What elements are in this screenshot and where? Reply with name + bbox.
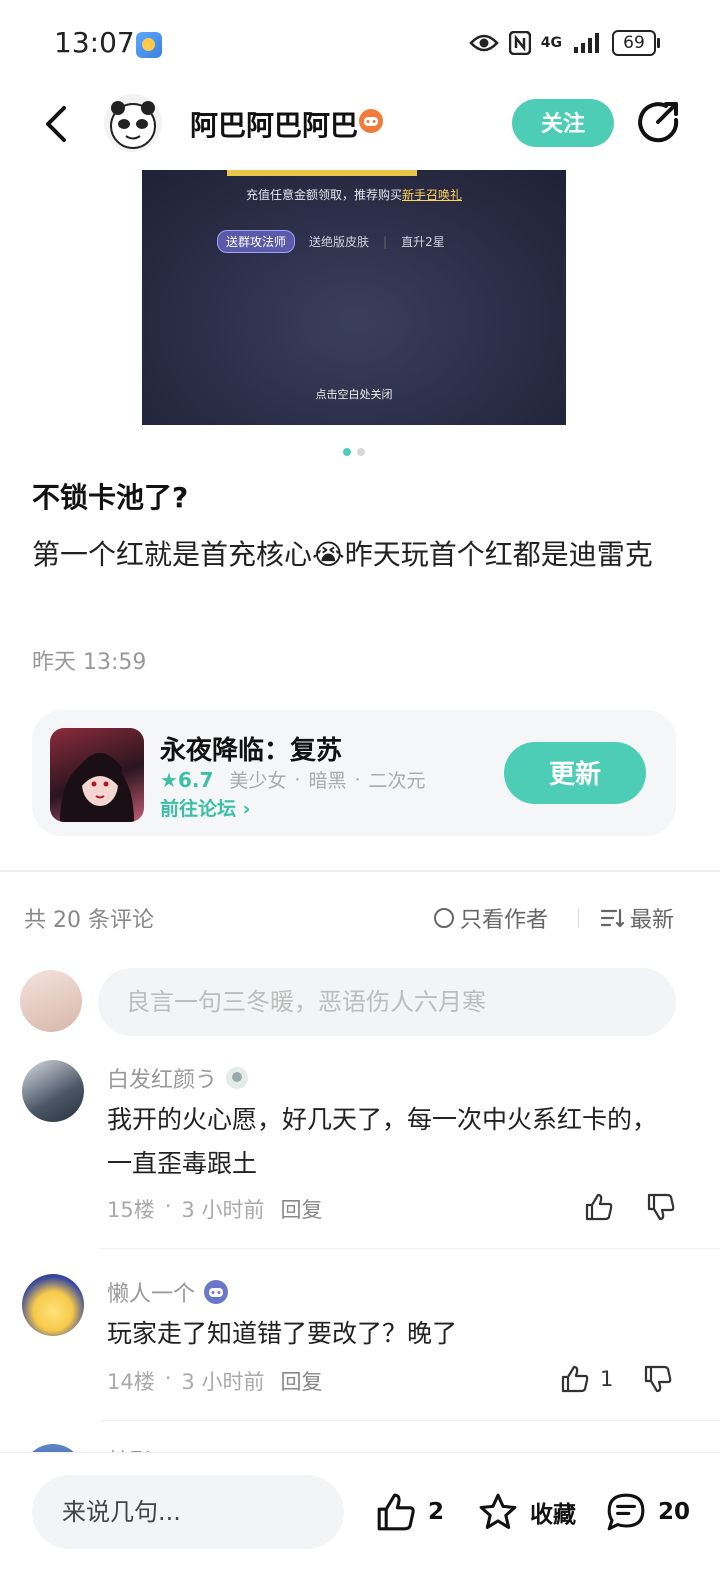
author-only-toggle[interactable]: 只看作者 — [434, 902, 548, 934]
comment-divider — [100, 1420, 720, 1421]
comment-username[interactable]: 白发红颜う — [107, 1062, 249, 1094]
post-title: 不锁卡池了? — [32, 481, 189, 514]
comment-text: 玩家走了知道错了要改了？晚了 — [107, 1319, 458, 1348]
user-badge-icon — [226, 1067, 249, 1089]
comment-time: 3 小时前 — [181, 1370, 265, 1394]
comment-text: 我开的火心愿，好几天了，每一次中火系红卡的，一直歪毒跟土 — [107, 1105, 658, 1178]
comment-actions — [584, 1192, 676, 1222]
status-time: 13:07 — [54, 26, 135, 59]
comment-floor: 15楼 — [107, 1198, 155, 1222]
star-icon — [479, 1493, 517, 1529]
comment-count: 共 20 条评论 — [24, 908, 154, 933]
network-type: 4G — [540, 35, 562, 51]
thumbs-up-icon[interactable] — [584, 1192, 614, 1222]
game-tag: 二次元 — [368, 770, 426, 792]
gamepad-badge-icon — [359, 109, 383, 133]
game-tag: 美少女 — [229, 770, 287, 792]
author-name[interactable]: 阿巴阿巴阿巴 — [190, 104, 358, 144]
favorite-button[interactable]: 收藏 — [476, 1491, 576, 1533]
comment-bubble-icon — [607, 1493, 645, 1531]
pagination-dot-active — [343, 448, 351, 456]
author-only-label: 只看作者 — [460, 908, 549, 933]
post-body-text: 第一个红就是首充核心 — [32, 538, 313, 571]
follow-button[interactable]: 关注 — [512, 99, 614, 147]
post-body: 第一个红就是首充核心😭昨天玩首个红都是迪雷克 — [32, 528, 682, 582]
update-button[interactable]: 更新 — [504, 742, 646, 804]
reply-button[interactable]: 回复 — [280, 1366, 322, 1396]
forum-link[interactable]: 前往论坛 › — [160, 794, 250, 821]
comment-username-label: 白发红颜う — [107, 1068, 218, 1093]
vertical-separator — [578, 908, 579, 928]
game-rating-value: 6.7 — [177, 767, 214, 792]
comment-username[interactable]: 懒人一个 — [107, 1276, 229, 1308]
image-caption: 充值任意金额领取，推荐购买新手召唤礼 — [142, 186, 566, 203]
image-caption-text: 充值任意金额领取，推荐购买 — [245, 188, 402, 202]
image-tab: 直升2星 — [401, 235, 445, 249]
thumbs-up-icon[interactable] — [560, 1364, 590, 1394]
section-divider — [0, 870, 720, 872]
like-button[interactable]: 2 — [374, 1491, 444, 1533]
comment-meta: 14楼 · 3 小时前 回复 — [107, 1366, 323, 1396]
game-card[interactable]: 永夜降临：复苏 ★6.7 美少女 · 暗黑 · 二次元 前往论坛 › 更新 — [32, 710, 676, 836]
comments-button[interactable]: 20 — [604, 1491, 690, 1533]
comment-item: 懒人一个 玩家走了知道错了要改了？晚了 14楼 · 3 小时前 回复 1 — [0, 1272, 720, 1422]
game-tag: 暗黑 — [308, 770, 347, 792]
eye-icon — [469, 34, 499, 52]
post-body-text: 昨天玩首个红都是迪雷克 — [344, 538, 653, 571]
image-close-hint: 点击空白处关闭 — [315, 388, 393, 401]
my-avatar[interactable] — [20, 970, 82, 1032]
thumbs-down-icon[interactable] — [646, 1192, 676, 1222]
bottom-bar: 2 收藏 20 — [0, 1452, 720, 1596]
favorite-label: 收藏 — [530, 1502, 576, 1528]
image-banner-strip — [227, 170, 417, 176]
comment-time: 3 小时前 — [181, 1198, 265, 1222]
comment-input[interactable] — [98, 968, 676, 1036]
like-count: 2 — [428, 1499, 445, 1525]
status-icons: 4G 69 — [469, 30, 660, 56]
comment-actions: 1 — [560, 1364, 673, 1394]
back-arrow-icon[interactable] — [38, 104, 78, 144]
thumbs-up-icon — [377, 1493, 415, 1531]
game-rating: ★6.7 — [160, 768, 213, 792]
comment-avatar[interactable] — [22, 1274, 84, 1336]
post-image[interactable]: 充值任意金额领取，推荐购买新手召唤礼 送群攻法师 送绝版皮肤 | 直升2星 点击… — [142, 170, 566, 425]
bottom-comment-input[interactable] — [32, 1475, 344, 1549]
radio-circle-icon — [434, 908, 454, 928]
comment-username-label: 懒人一个 — [107, 1282, 196, 1307]
game-icon[interactable] — [50, 728, 144, 822]
star-icon: ★ — [160, 767, 178, 792]
comment-count-badge: 20 — [658, 1499, 691, 1525]
comment-avatar[interactable] — [22, 1060, 84, 1122]
comment-meta: 15楼 · 3 小时前 回复 — [107, 1194, 323, 1224]
pagination-dot — [357, 448, 365, 456]
image-caption-link: 新手召唤礼 — [402, 188, 463, 202]
gamepad-badge-icon — [204, 1280, 229, 1304]
game-meta: ★6.7 美少女 · 暗黑 · 二次元 — [160, 767, 426, 793]
sort-icon — [600, 908, 624, 928]
crying-emoji-icon: 😭 — [312, 538, 345, 571]
share-icon[interactable] — [636, 100, 680, 144]
weather-icon — [136, 32, 162, 58]
author-avatar[interactable] — [104, 94, 162, 152]
sort-toggle[interactable]: 最新 — [600, 902, 674, 934]
signal-icon — [574, 33, 599, 53]
chevron-right-icon: › — [242, 798, 251, 820]
forum-link-label: 前往论坛 — [160, 798, 237, 820]
image-pagination — [343, 448, 365, 456]
nfc-icon — [508, 31, 531, 55]
comment-divider — [100, 1248, 720, 1249]
thumbs-down-icon[interactable] — [643, 1364, 673, 1394]
comment-floor: 14楼 — [107, 1370, 155, 1394]
like-count: 1 — [600, 1367, 614, 1391]
sort-label: 最新 — [630, 908, 675, 933]
post-time: 昨天 13:59 — [32, 650, 147, 675]
game-name[interactable]: 永夜降临：复苏 — [160, 730, 342, 767]
reply-button[interactable]: 回复 — [280, 1194, 322, 1224]
battery-icon: 69 — [612, 30, 660, 56]
comment-item: 白发红颜う 我开的火心愿，好几天了，每一次中火系红卡的，一直歪毒跟土 15楼 · … — [0, 1058, 720, 1248]
image-tab: 送群攻法师 — [217, 230, 296, 253]
image-tabs: 送群攻法师 送绝版皮肤 | 直升2星 — [217, 230, 445, 253]
image-tab: 送绝版皮肤 — [309, 235, 370, 249]
